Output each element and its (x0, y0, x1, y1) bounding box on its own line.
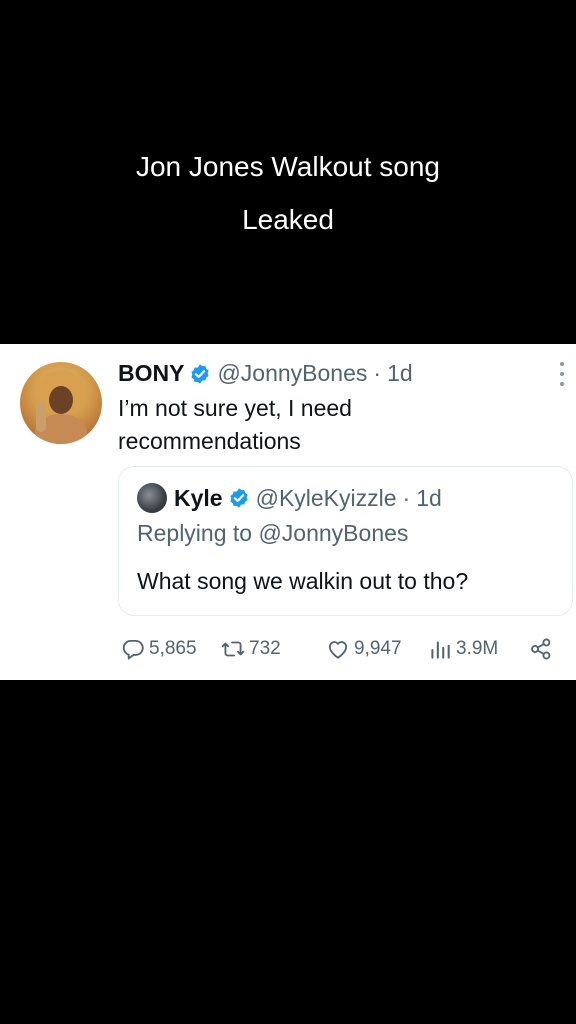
more-options-icon[interactable] (558, 362, 566, 386)
views-icon (431, 641, 450, 659)
retweet-count: 732 (249, 638, 281, 659)
share-icon (531, 638, 551, 660)
verified-badge-icon (229, 488, 248, 508)
quoted-display-name: Kyle (174, 484, 223, 511)
quoted-tweet[interactable]: Kyle @KyleKyizzle · 1d Replying to @Jonn… (118, 466, 573, 616)
like-count: 9,947 (354, 638, 402, 659)
quoted-avatar (137, 483, 167, 513)
video-caption: Jon Jones Walkout song Leaked (0, 140, 576, 246)
reply-count: 5,865 (149, 638, 197, 659)
lion-costume-avatar-icon (35, 370, 87, 444)
caption-line-2: Leaked (242, 204, 334, 235)
timestamp[interactable]: 1d (387, 360, 413, 387)
replying-to: Replying to @JonnyBones (137, 520, 409, 546)
quoted-tweet-header: Kyle @KyleKyizzle · 1d (137, 483, 442, 513)
tweet-card[interactable]: BONY @JonnyBones · 1d I’m not sure yet, … (0, 344, 576, 680)
like-button[interactable]: 9,947 (325, 634, 402, 664)
display-name[interactable]: BONY (118, 360, 184, 387)
separator-dot: · (402, 484, 411, 511)
view-count: 3.9M (456, 638, 499, 659)
quoted-handle: @KyleKyizzle (255, 484, 397, 511)
quoted-timestamp: 1d (416, 484, 442, 511)
heart-icon (328, 641, 348, 659)
share-button[interactable] (528, 634, 557, 664)
action-bar: 5,865 732 9,947 3.9M (120, 634, 560, 664)
avatar[interactable] (20, 362, 102, 444)
quoted-tweet-text: What song we walkin out to tho? (137, 568, 469, 594)
caption-line-1: Jon Jones Walkout song (135, 151, 441, 182)
handle[interactable]: @JonnyBones (217, 360, 367, 387)
tweet-header: BONY @JonnyBones · 1d (118, 360, 413, 387)
reply-icon (122, 639, 144, 660)
retweet-icon (221, 641, 245, 657)
separator-dot: · (373, 360, 382, 386)
retweet-button[interactable]: 732 (220, 634, 281, 664)
reply-button[interactable]: 5,865 (120, 634, 197, 664)
views-button[interactable]: 3.9M (427, 634, 498, 664)
tweet-text: I’m not sure yet, I need recommendations (118, 395, 352, 454)
verified-badge-icon (191, 363, 210, 384)
